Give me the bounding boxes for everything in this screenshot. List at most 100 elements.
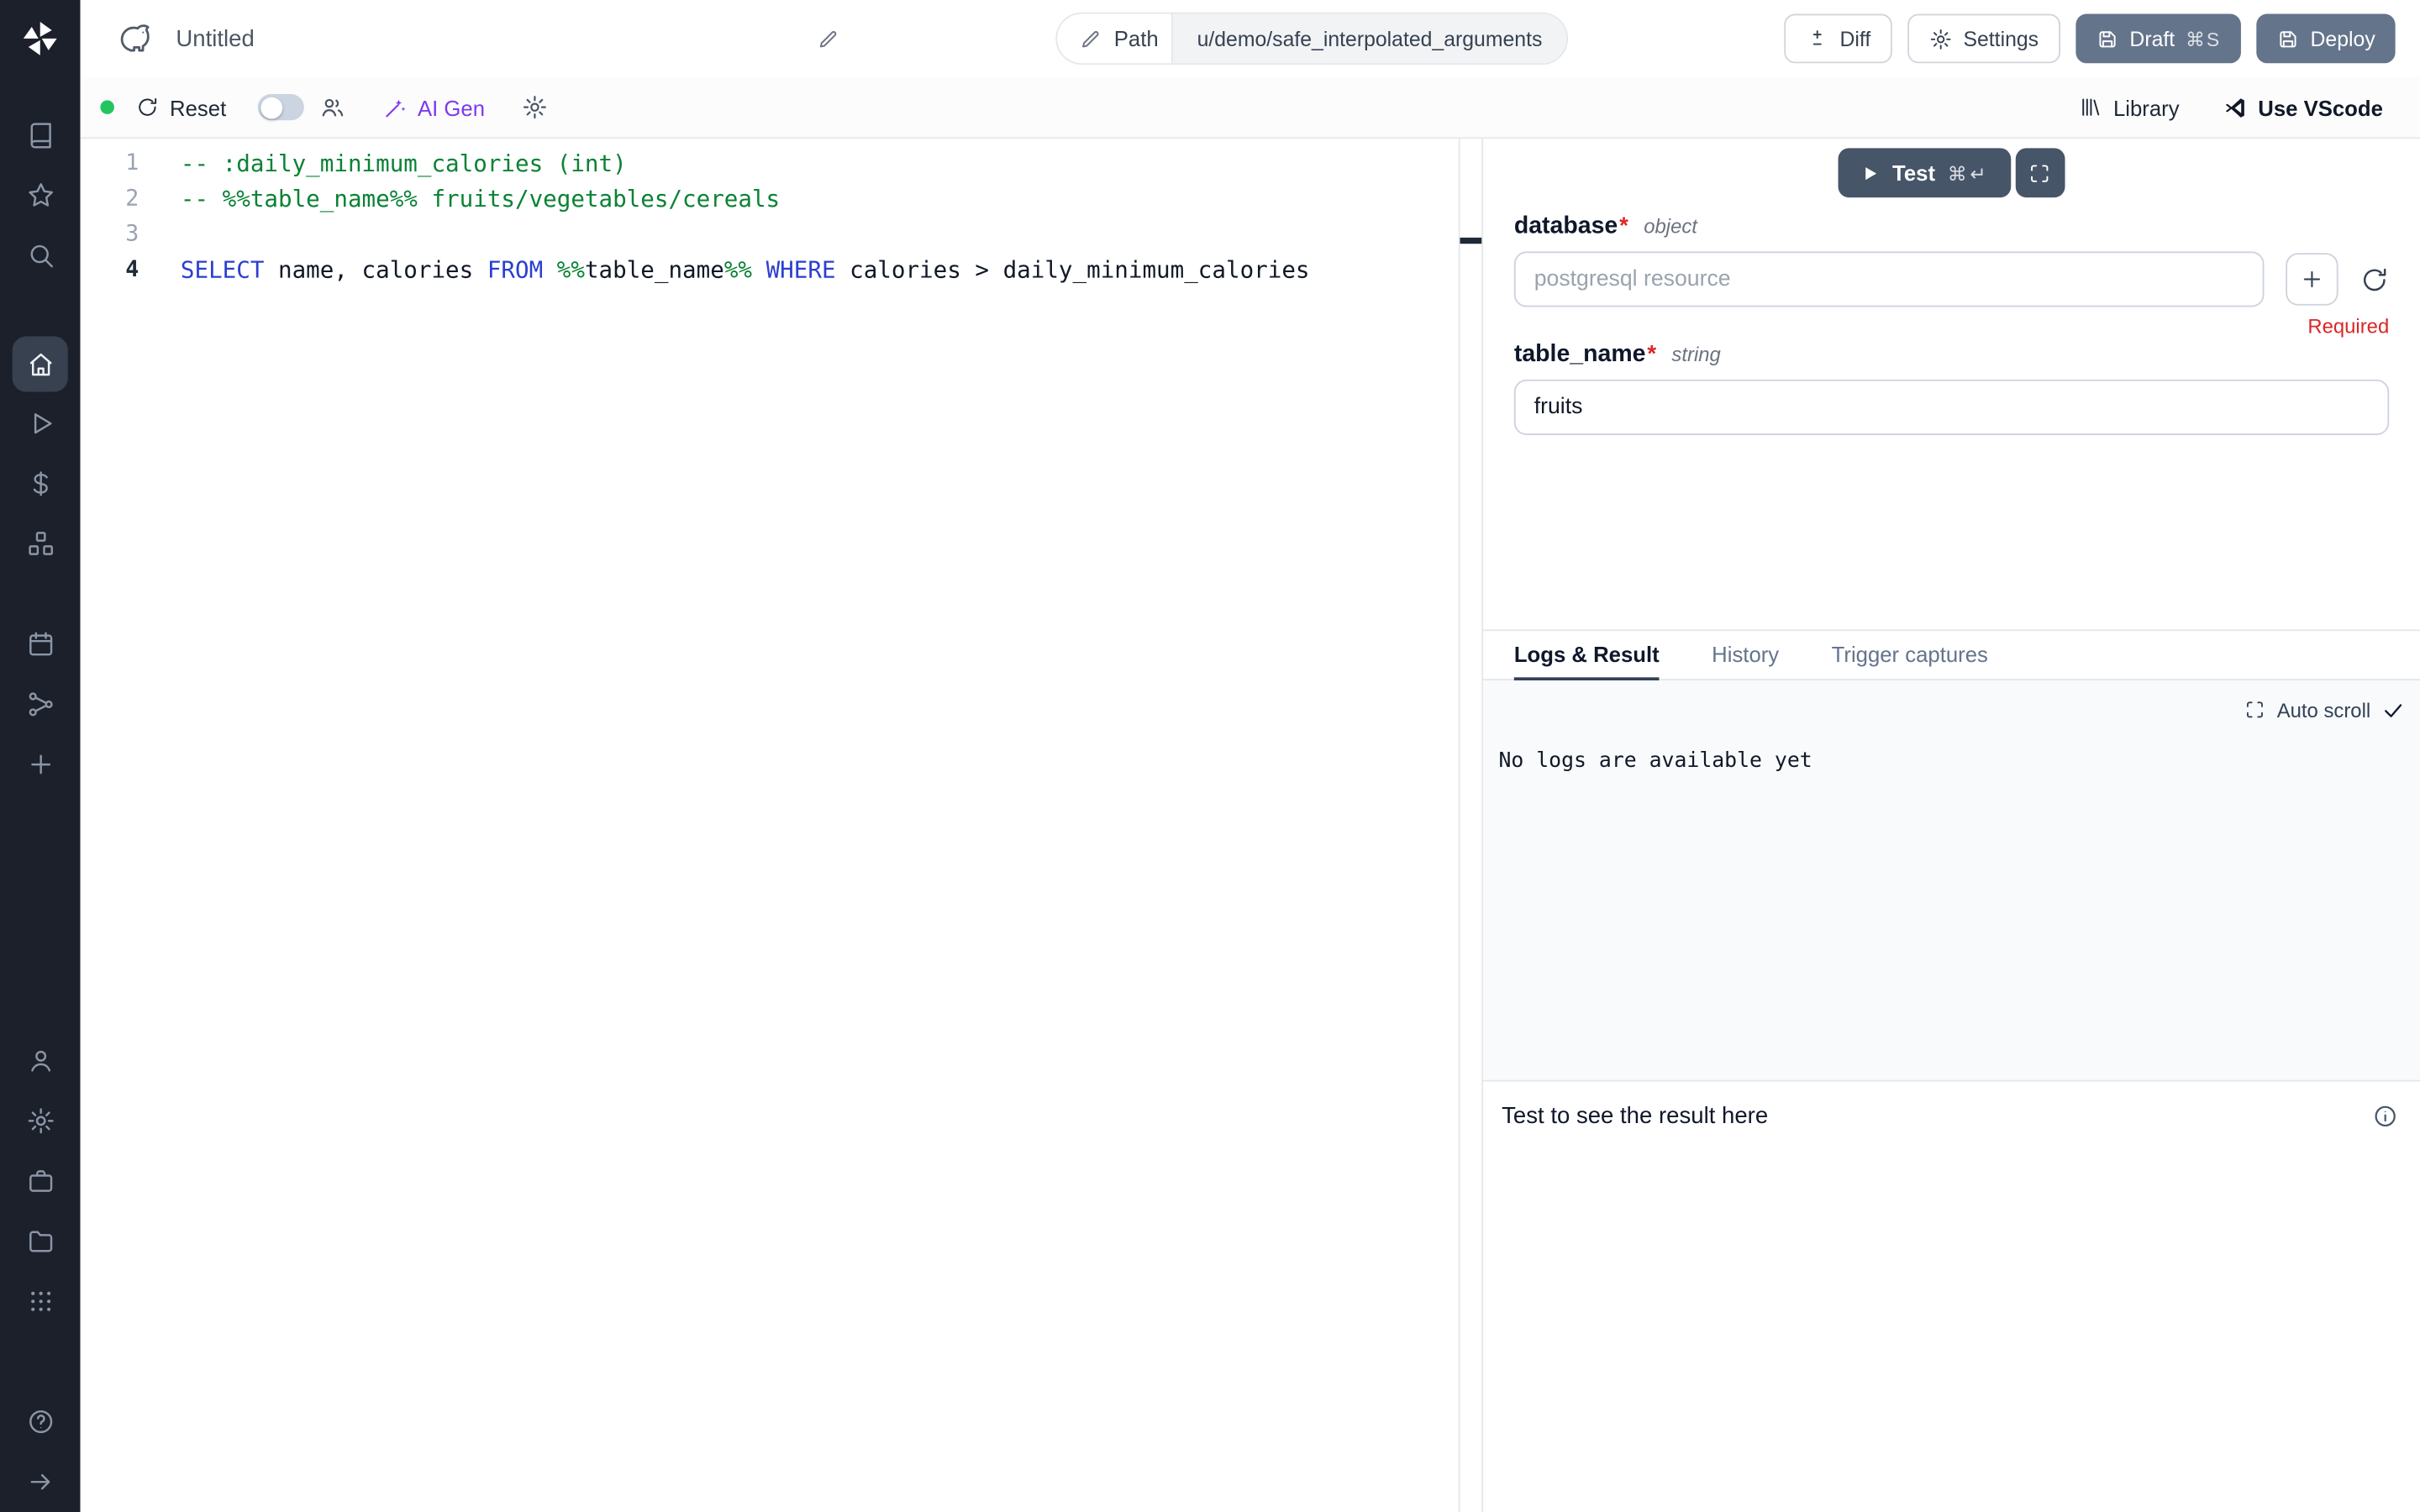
- script-title: Untitled: [176, 25, 254, 51]
- table-name-field: table_name * string: [1514, 341, 2389, 435]
- line-number[interactable]: 2: [81, 182, 139, 218]
- tab-logs-result[interactable]: Logs & Result: [1514, 631, 1660, 680]
- collab-toggle[interactable]: [257, 94, 303, 120]
- toolbar-left: Reset AI Gen: [100, 94, 548, 120]
- autoscroll-row: Auto scroll: [1498, 696, 2404, 723]
- tab-trigger-captures[interactable]: Trigger captures: [1832, 631, 1988, 680]
- flows-share-icon[interactable]: [10, 675, 71, 735]
- draft-button[interactable]: Draft ⌘S: [2075, 14, 2241, 64]
- edit-title-pencil-icon[interactable]: [817, 27, 840, 50]
- top-bar: Untitled Path u/demo/safe_interpolated_a…: [81, 0, 2420, 77]
- path-pill[interactable]: Path u/demo/safe_interpolated_arguments: [1055, 13, 1569, 65]
- database-input-row: [1514, 251, 2389, 307]
- topbar-right: Diff Settings Draft ⌘S Deploy: [1784, 14, 2395, 64]
- tab-history[interactable]: History: [1712, 631, 1779, 680]
- line-number[interactable]: 4: [81, 253, 139, 288]
- topbar-left: Untitled: [118, 20, 840, 57]
- draft-shortcut: ⌘S: [2186, 27, 2221, 50]
- postgresql-icon: [118, 20, 155, 57]
- result-panel: Test to see the result here: [1483, 1082, 2420, 1512]
- diff-button-label: Diff: [1839, 27, 1870, 50]
- variables-dollar-icon[interactable]: [10, 454, 71, 514]
- code-line[interactable]: SELECT name, calories FROM %%table_name%…: [181, 253, 1459, 288]
- test-button[interactable]: Test ⌘↵: [1839, 148, 2011, 197]
- add-plus-icon[interactable]: [10, 734, 71, 795]
- ai-gen-button[interactable]: AI Gen: [382, 95, 485, 119]
- reset-label: Reset: [170, 95, 226, 119]
- diff-button[interactable]: Diff: [1784, 14, 1892, 64]
- settings-button-label: Settings: [1963, 27, 2039, 50]
- editor-gutter: 1234: [81, 146, 181, 1512]
- test-shortcut: ⌘↵: [1948, 161, 1990, 185]
- vscode-icon: [2223, 95, 2247, 119]
- code-line[interactable]: -- %%table_name%% fruits/vegetables/cere…: [181, 182, 1459, 218]
- user-icon[interactable]: [10, 1031, 71, 1091]
- library-button[interactable]: Library: [2080, 95, 2180, 119]
- table-name-field-name: table_name: [1514, 341, 1646, 369]
- table-name-field-type: string: [1671, 343, 1720, 366]
- database-input[interactable]: [1514, 251, 2265, 307]
- path-value: u/demo/safe_interpolated_arguments: [1171, 14, 1566, 64]
- resources-boxes-icon[interactable]: [10, 514, 71, 575]
- editor-code[interactable]: -- :daily_minimum_calories (int)-- %%tab…: [181, 146, 1459, 1512]
- code-line[interactable]: -- :daily_minimum_calories (int): [181, 146, 1459, 181]
- library-icon: [2080, 96, 2103, 119]
- content-row: 1234 -- :daily_minimum_calories (int)-- …: [81, 139, 2420, 1512]
- line-number[interactable]: 1: [81, 146, 139, 181]
- path-label: Path: [1114, 26, 1159, 50]
- settings-gear-icon[interactable]: [10, 1091, 71, 1152]
- maximize-logs-icon[interactable]: [2244, 699, 2266, 721]
- test-button-label: Test: [1892, 160, 1935, 185]
- use-vscode-label: Use VScode: [2258, 95, 2383, 119]
- docs-book-icon[interactable]: [10, 105, 71, 165]
- gear-icon: [1929, 27, 1953, 50]
- deploy-button[interactable]: Deploy: [2256, 14, 2395, 64]
- script-title-field[interactable]: Untitled: [176, 25, 839, 51]
- diff-icon: [1806, 27, 1829, 50]
- expand-test-button[interactable]: [2016, 148, 2065, 197]
- ai-gen-label: AI Gen: [418, 95, 485, 119]
- toolbar-right: Library Use VScode: [2080, 95, 2383, 119]
- refresh-icon: [136, 96, 160, 119]
- home-icon[interactable]: [13, 336, 68, 391]
- workers-briefcase-icon[interactable]: [10, 1151, 71, 1211]
- toggle-knob: [260, 97, 282, 118]
- use-vscode-button[interactable]: Use VScode: [2223, 95, 2383, 119]
- refresh-resources-icon[interactable]: [2360, 265, 2389, 294]
- panel-splitter[interactable]: [1459, 139, 1483, 1512]
- database-label-row: database * object: [1514, 213, 2389, 240]
- autoscroll-check-icon[interactable]: [2381, 698, 2405, 722]
- table-name-input[interactable]: [1514, 380, 2389, 435]
- search-icon[interactable]: [10, 225, 71, 286]
- test-button-row: Test ⌘↵: [1514, 148, 2389, 197]
- library-label: Library: [2113, 95, 2180, 119]
- deploy-button-label: Deploy: [2311, 27, 2375, 50]
- collaborators-users-icon[interactable]: [318, 94, 345, 120]
- database-field: database * object: [1514, 213, 2389, 338]
- schedules-calendar-icon[interactable]: [10, 614, 71, 675]
- runs-play-icon[interactable]: [10, 393, 71, 454]
- right-panel: Test ⌘↵ database * object: [1483, 139, 2420, 1512]
- apps-grid-icon[interactable]: [10, 1271, 71, 1331]
- editor-toolbar: Reset AI Gen: [81, 77, 2420, 139]
- collapse-arrow-icon[interactable]: [10, 1452, 71, 1512]
- favorites-star-icon[interactable]: [10, 165, 71, 226]
- autoscroll-label[interactable]: Auto scroll: [2277, 698, 2370, 722]
- folders-icon[interactable]: [10, 1211, 71, 1272]
- add-resource-button[interactable]: [2286, 253, 2338, 305]
- line-number[interactable]: 3: [81, 218, 139, 253]
- required-asterisk: *: [1647, 341, 1656, 367]
- required-asterisk: *: [1619, 213, 1628, 239]
- main-column: Untitled Path u/demo/safe_interpolated_a…: [81, 0, 2420, 1512]
- code-line[interactable]: [181, 218, 1459, 253]
- windmill-logo[interactable]: [20, 0, 60, 77]
- info-icon[interactable]: [2372, 1103, 2398, 1129]
- editor-settings-gear-icon[interactable]: [522, 94, 548, 120]
- logs-empty-message: No logs are available yet: [1498, 748, 2404, 773]
- sync-status-dot: [100, 100, 114, 114]
- save-icon: [2276, 27, 2300, 50]
- topbar-center: Path u/demo/safe_interpolated_arguments: [839, 13, 1784, 65]
- help-circle-icon[interactable]: [10, 1392, 71, 1452]
- reset-button[interactable]: Reset: [136, 95, 227, 119]
- settings-button[interactable]: Settings: [1907, 14, 2060, 64]
